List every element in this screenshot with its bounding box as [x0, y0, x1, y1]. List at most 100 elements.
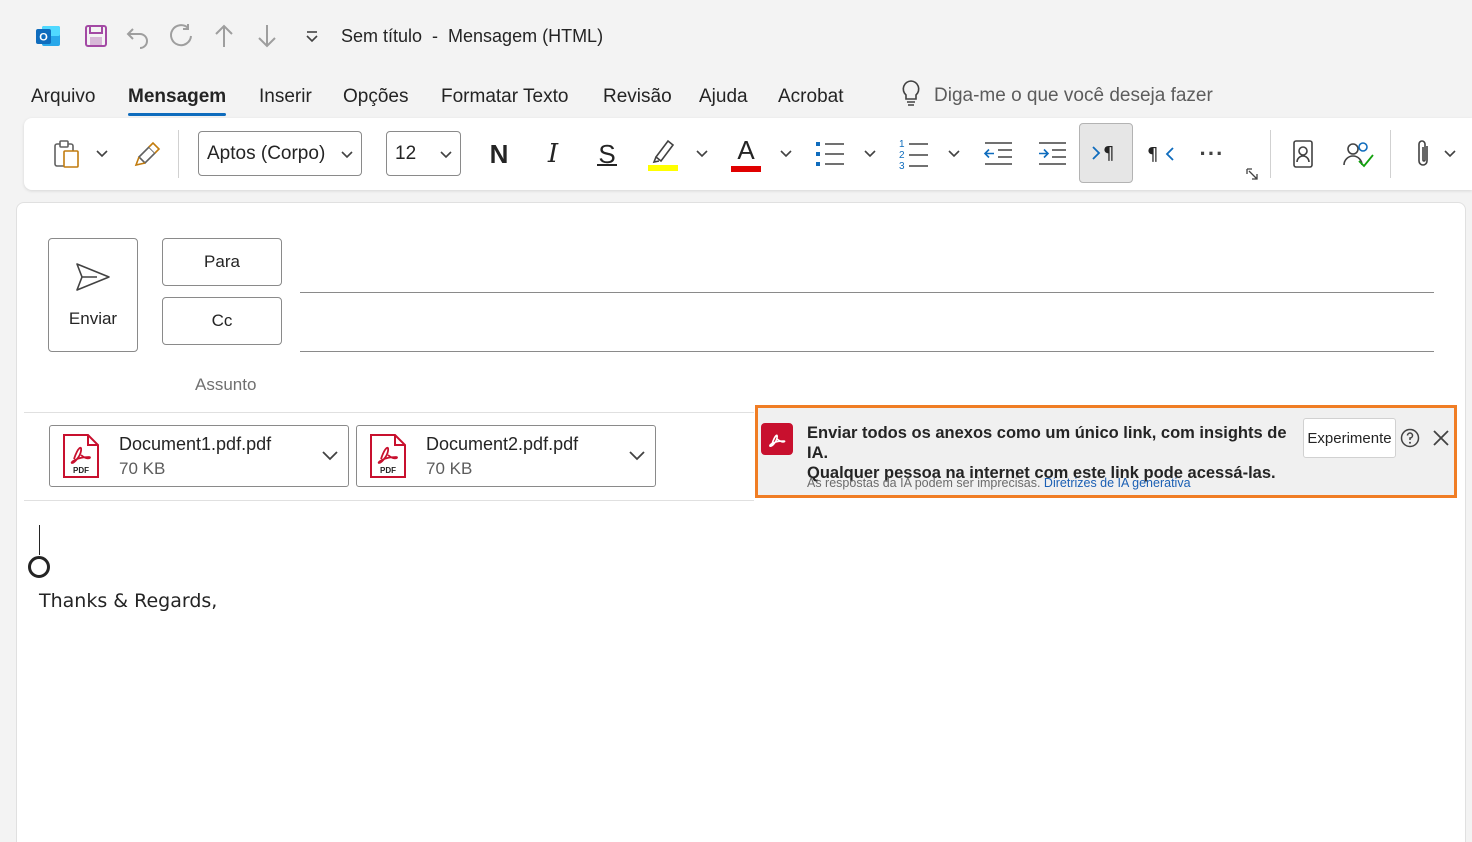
strike-underline	[597, 164, 617, 166]
undo-icon[interactable]	[122, 20, 154, 52]
check-names-icon	[1341, 139, 1375, 169]
tab-inserir[interactable]: Inserir	[259, 84, 312, 110]
format-painter-button[interactable]	[130, 136, 166, 172]
right-to-left-button[interactable]: ¶	[1142, 136, 1178, 172]
to-button[interactable]: Para	[162, 238, 282, 286]
pdf-file-icon: PDF	[62, 433, 100, 484]
svg-text:2: 2	[899, 150, 905, 161]
highlight-color-button[interactable]	[644, 132, 680, 176]
ltr-paragraph-icon: ¶	[1091, 140, 1121, 166]
chevron-down-icon	[440, 143, 452, 165]
tell-me-search[interactable]: Diga-me o que você deseja fazer	[900, 80, 1213, 112]
svg-text:O: O	[39, 32, 48, 44]
tell-me-placeholder[interactable]: Diga-me o que você deseja fazer	[934, 85, 1213, 107]
attachment-card[interactable]: PDF Document1.pdf.pdf 70 KB	[49, 425, 349, 487]
font-name-select[interactable]: Aptos (Corpo)	[198, 131, 362, 176]
font-color-button[interactable]: A	[728, 132, 764, 176]
tab-revisao[interactable]: Revisão	[603, 84, 672, 110]
numbering-button[interactable]: 123	[896, 134, 932, 174]
close-icon[interactable]	[1432, 429, 1450, 452]
tab-mensagem[interactable]: Mensagem	[128, 84, 227, 116]
outlook-logo-icon: O	[32, 20, 64, 52]
pdf-badge: PDF	[380, 466, 396, 475]
bullets-dropdown-chevron-icon[interactable]	[862, 144, 878, 164]
tab-opcoes[interactable]: Opções	[343, 84, 408, 110]
ribbon-separator	[178, 130, 179, 178]
attachment-card[interactable]: PDF Document2.pdf.pdf 70 KB	[356, 425, 656, 487]
subject-label[interactable]: Assunto	[195, 375, 256, 395]
check-names-button[interactable]	[1338, 136, 1378, 172]
subject-divider	[24, 412, 754, 413]
attachment-options-chevron-icon[interactable]	[629, 448, 645, 466]
dialog-launcher-icon[interactable]	[1244, 166, 1260, 182]
attachment-name: Document2.pdf.pdf	[426, 434, 579, 454]
banner-message: Enviar todos os anexos como um único lin…	[807, 423, 1307, 483]
increase-indent-button[interactable]	[1034, 136, 1070, 172]
redo-icon[interactable]	[165, 20, 197, 52]
ai-guidelines-link[interactable]: Diretrizes de IA generativa	[1044, 476, 1191, 490]
down-arrow-icon[interactable]	[251, 20, 283, 52]
tab-arquivo[interactable]: Arquivo	[31, 84, 95, 110]
left-to-right-button[interactable]: ¶	[1079, 123, 1133, 183]
lightbulb-icon	[900, 79, 922, 113]
numbering-dropdown-chevron-icon[interactable]	[946, 144, 962, 164]
email-signature[interactable]: Thanks & Regards,	[39, 590, 217, 612]
attach-dropdown-chevron-icon[interactable]	[1442, 144, 1458, 164]
font-size-value: 12	[395, 142, 417, 164]
banner-footer: As respostas da IA podem ser imprecisas.…	[807, 476, 1191, 490]
acrobat-share-banner: Enviar todos os anexos como um único lin…	[755, 405, 1457, 498]
highlighter-icon	[646, 135, 678, 173]
decrease-indent-icon	[982, 139, 1014, 169]
save-icon[interactable]	[80, 20, 112, 52]
rtl-paragraph-icon: ¶	[1145, 141, 1175, 167]
address-book-button[interactable]	[1286, 136, 1320, 172]
svg-text:¶: ¶	[1103, 143, 1114, 164]
font-name-value: Aptos (Corpo)	[207, 142, 326, 164]
increase-indent-icon	[1036, 139, 1068, 169]
decrease-indent-button[interactable]	[980, 136, 1016, 172]
cc-button[interactable]: Cc	[162, 297, 282, 345]
send-button[interactable]: Enviar	[48, 238, 138, 352]
to-field[interactable]	[300, 292, 1434, 293]
svg-text:¶: ¶	[1147, 144, 1158, 165]
cursor-handle[interactable]	[28, 556, 50, 578]
title-bar: O Sem título - Mensagem (HTML)	[0, 0, 1472, 72]
ribbon-separator	[1390, 130, 1391, 178]
font-size-select[interactable]: 12	[386, 131, 461, 176]
attachment-name: Document1.pdf.pdf	[119, 434, 272, 454]
bullets-button[interactable]	[812, 136, 848, 172]
highlight-dropdown-chevron-icon[interactable]	[694, 144, 710, 164]
tab-acrobat[interactable]: Acrobat	[778, 84, 843, 110]
attachment-size: 70 KB	[119, 459, 166, 478]
paste-button[interactable]	[46, 136, 86, 172]
paintbrush-icon	[133, 139, 163, 169]
banner-line-1: Enviar todos os anexos como um único lin…	[807, 424, 1287, 462]
tab-formatar-texto[interactable]: Formatar Texto	[441, 84, 568, 110]
attach-file-button[interactable]	[1408, 136, 1438, 172]
attachment-options-chevron-icon[interactable]	[322, 448, 338, 466]
up-arrow-icon[interactable]	[208, 20, 240, 52]
acrobat-logo-icon	[761, 423, 793, 455]
try-it-button[interactable]: Experimente	[1303, 418, 1396, 458]
italic-button[interactable]: I	[534, 134, 572, 174]
address-book-icon	[1290, 139, 1316, 169]
strikethrough-button[interactable]: S	[588, 134, 626, 174]
window-title: Sem título - Mensagem (HTML)	[341, 26, 604, 46]
cc-field[interactable]	[300, 351, 1434, 352]
attachments-divider	[24, 500, 754, 501]
bold-button[interactable]: N	[480, 134, 518, 174]
tab-ajuda[interactable]: Ajuda	[699, 84, 748, 110]
customize-qat-icon[interactable]	[296, 20, 328, 52]
help-icon[interactable]	[1400, 428, 1420, 453]
pdf-badge: PDF	[73, 466, 89, 475]
bullet-list-icon	[814, 139, 846, 169]
paste-dropdown-chevron-icon[interactable]	[92, 144, 112, 164]
send-icon	[75, 262, 111, 297]
svg-text:1: 1	[899, 139, 905, 150]
more-commands-button[interactable]: ···	[1194, 136, 1230, 172]
chevron-down-icon	[341, 143, 353, 165]
font-color-glyph: A	[737, 135, 755, 165]
font-color-swatch	[731, 166, 761, 172]
font-color-dropdown-chevron-icon[interactable]	[778, 144, 794, 164]
text-cursor	[39, 525, 40, 555]
